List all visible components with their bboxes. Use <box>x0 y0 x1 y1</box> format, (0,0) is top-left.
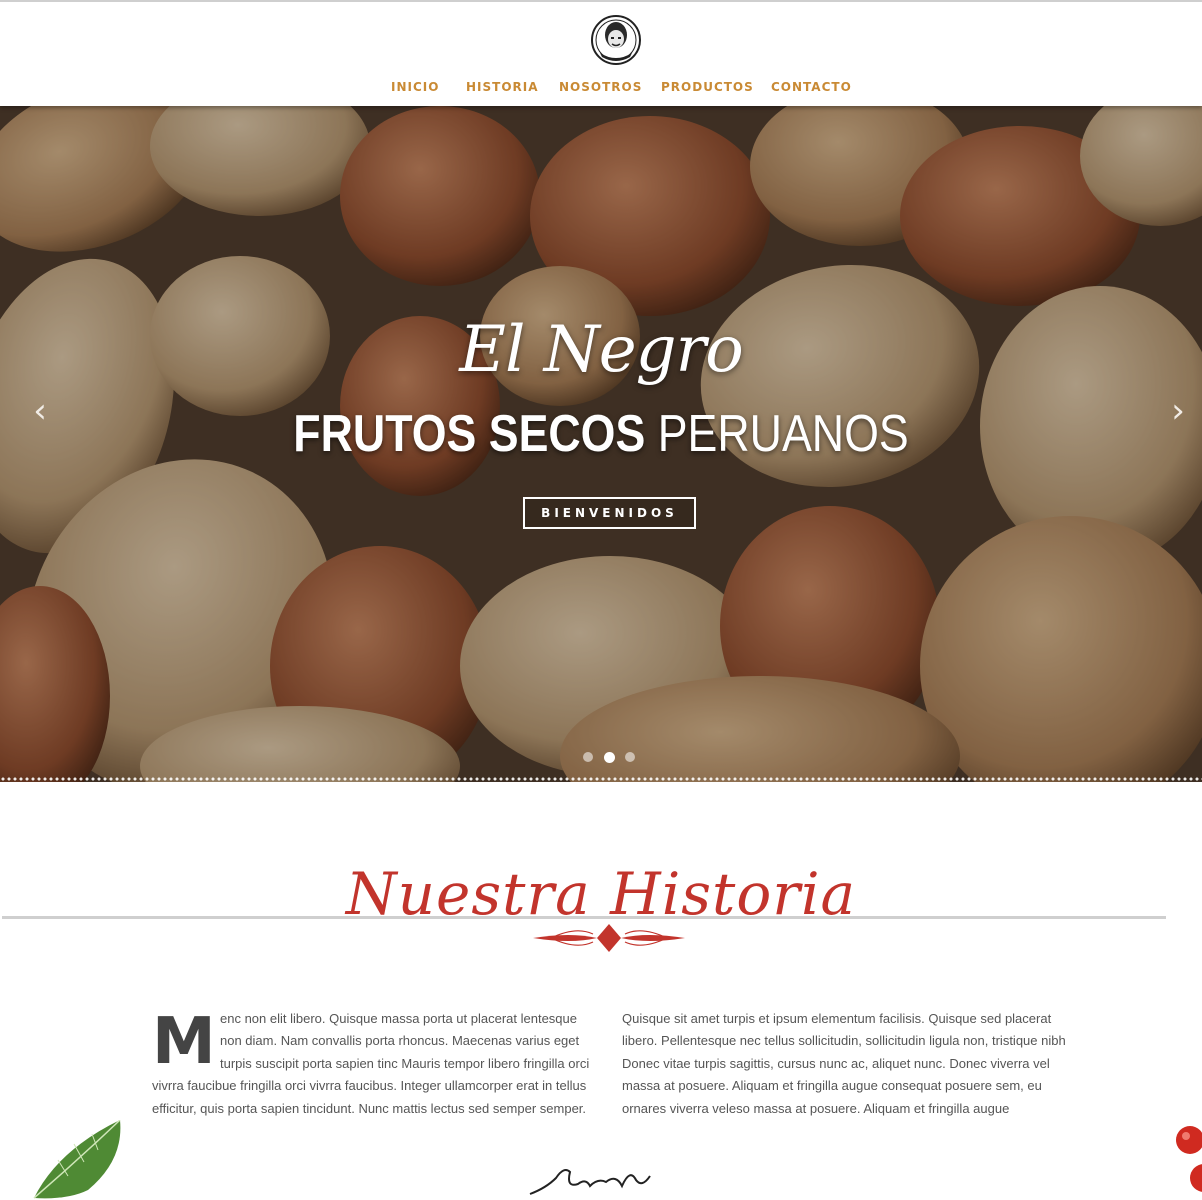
bienvenidos-button[interactable]: BIENVENIDOS <box>523 497 696 529</box>
historia-column-1: M enc non elit libero. Quisque massa por… <box>152 1008 600 1120</box>
ornament-divider-icon <box>533 924 685 952</box>
tomato-icon <box>1176 1126 1202 1192</box>
nav-item-nosotros[interactable]: NOSOTROS <box>559 80 642 94</box>
nav-item-historia[interactable]: HISTORIA <box>466 80 539 94</box>
slider-dot-3[interactable] <box>625 752 635 762</box>
section-title-wrap: Nuestra Historia <box>0 860 1202 918</box>
slider-dot-1[interactable] <box>583 752 593 762</box>
hero-bottom-edge <box>0 776 1202 782</box>
nav-item-productos[interactable]: PRODUCTOS <box>661 80 754 94</box>
main-nav: INICIO HISTORIA NOSOTROS PRODUCTOS CONTA… <box>0 80 1202 100</box>
nav-item-contacto[interactable]: CONTACTO <box>771 80 852 94</box>
historia-column-2: Quisque sit amet turpis et ipsum element… <box>622 1011 1066 1116</box>
hero-title-light: PERUANOS <box>657 405 909 463</box>
section-title: Nuestra Historia <box>345 860 857 918</box>
slider-dot-2-active[interactable] <box>604 752 615 763</box>
signature-icon <box>529 1169 651 1195</box>
leaf-icon <box>33 1120 121 1199</box>
chevron-right-icon[interactable]: › <box>1163 391 1193 431</box>
logo-icon[interactable] <box>590 13 642 67</box>
slider-pagination <box>583 752 643 764</box>
nav-item-inicio[interactable]: INICIO <box>391 80 439 94</box>
hero-script-title: El Negro <box>459 313 744 387</box>
site-header: INICIO HISTORIA NOSOTROS PRODUCTOS CONTA… <box>0 0 1202 106</box>
historia-text-1: enc non elit libero. Quisque massa porta… <box>152 1011 590 1116</box>
hero-slider: ‹ › El Negro FRUTOS SECOS PERUANOS BIENV… <box>0 106 1202 782</box>
chevron-left-icon[interactable]: ‹ <box>25 391 55 431</box>
hero-title: FRUTOS SECOS PERUANOS <box>84 408 1118 460</box>
drop-cap: M <box>152 1005 216 1079</box>
hero-title-bold: FRUTOS SECOS <box>293 405 646 463</box>
